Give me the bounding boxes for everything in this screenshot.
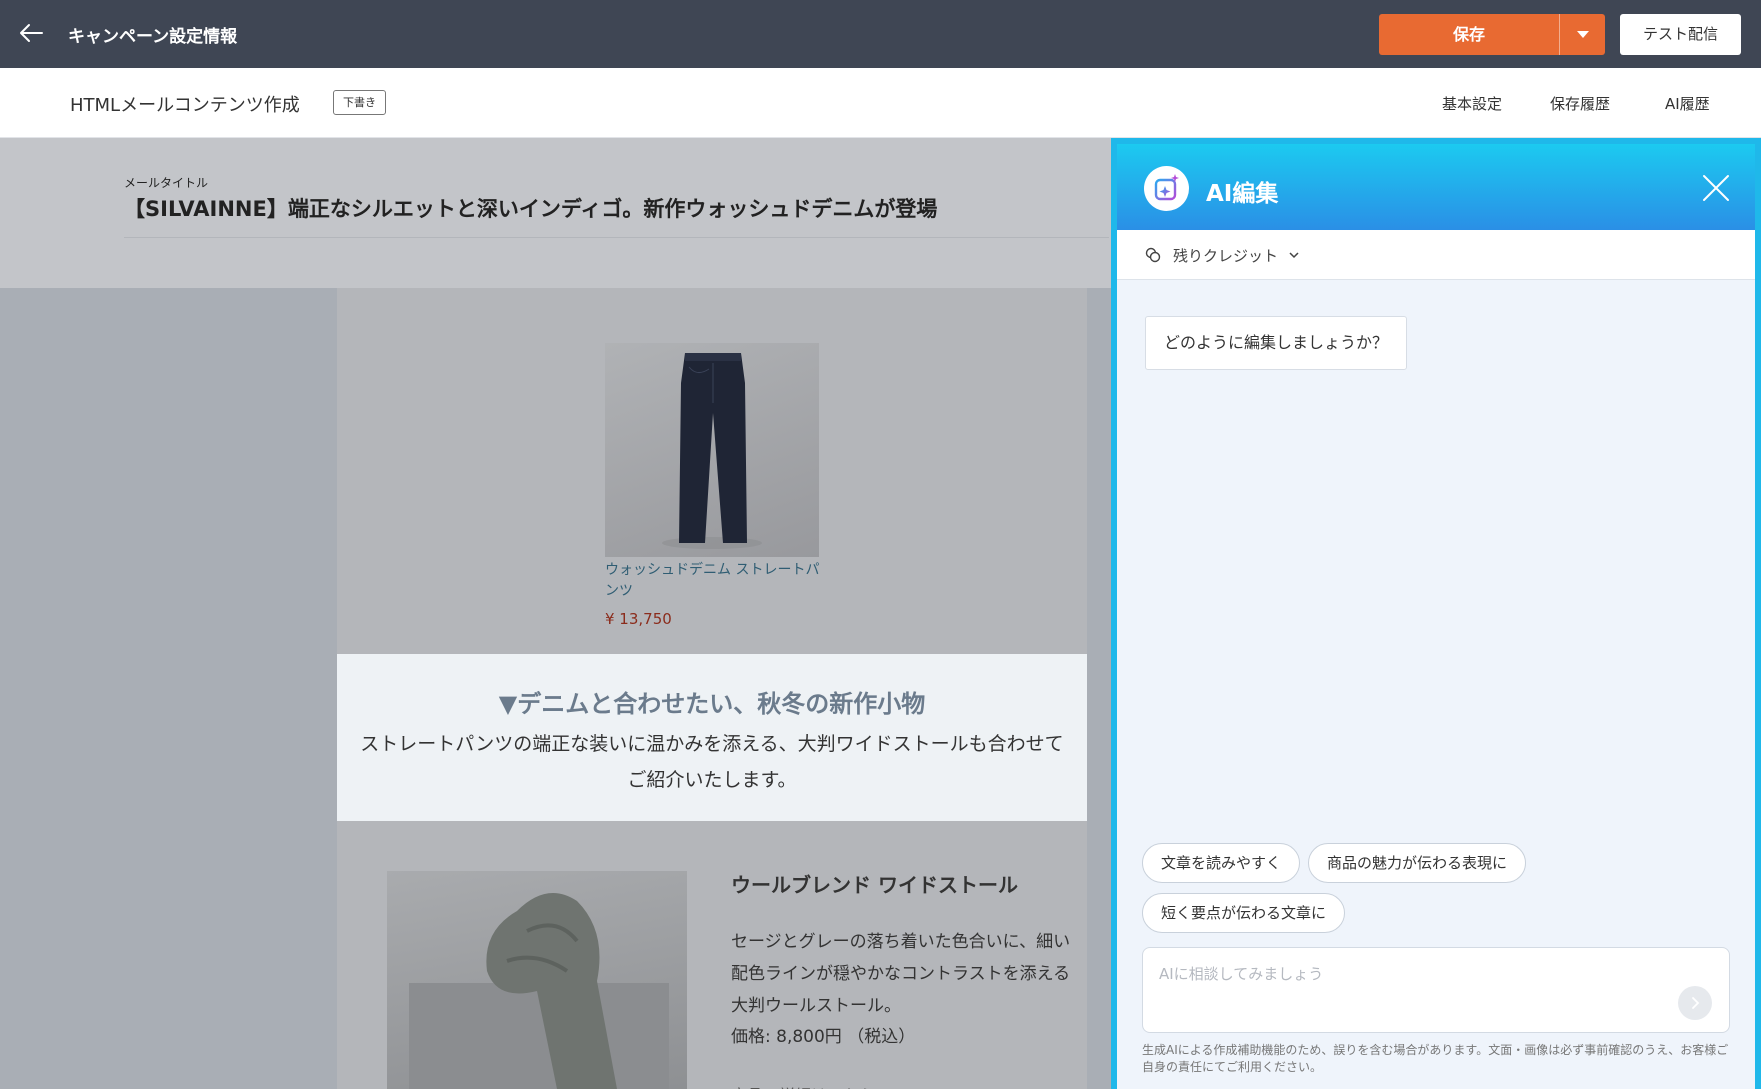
send-button[interactable] xyxy=(1678,986,1712,1020)
page-title: キャンペーン設定情報 xyxy=(68,27,238,47)
suggestion-chip-readable[interactable]: 文章を読みやすく xyxy=(1142,843,1301,883)
ai-disclaimer: 生成AIによる作成補助機能のため、誤りを含む場合があります。文面・画像は必ず事前… xyxy=(1142,1043,1729,1074)
ai-prompt-input[interactable] xyxy=(1159,962,1679,986)
sub-header: HTMLメールコンテンツ作成 下書き 基本設定 保存履歴 AI履歴 xyxy=(0,68,1761,138)
credit-bar[interactable]: 残りクレジット xyxy=(1117,230,1755,280)
chevron-right-icon xyxy=(1692,997,1700,1009)
product-price: 価格: 8,800円 （税込） xyxy=(731,1027,916,1047)
save-button[interactable]: 保存 xyxy=(1379,14,1559,55)
jeans-illustration xyxy=(662,353,762,549)
editor-title: HTMLメールコンテンツ作成 xyxy=(70,95,300,116)
top-bar: キャンペーン設定情報 保存 テスト配信 xyxy=(0,0,1761,68)
ai-panel-header: AI編集 xyxy=(1117,144,1755,230)
ai-panel-title: AI編集 xyxy=(1206,181,1279,207)
caret-down-icon xyxy=(1577,31,1589,38)
stole-illustration xyxy=(409,893,669,1089)
ai-message-bubble: どのように編集しましょうか？ xyxy=(1145,316,1408,370)
test-send-button[interactable]: テスト配信 xyxy=(1620,14,1741,55)
product-name-link[interactable]: ウォッシュドデニム ストレートパンツ xyxy=(605,560,825,602)
ai-logo-icon xyxy=(1144,166,1189,211)
chevron-down-icon xyxy=(1289,252,1299,259)
section-text: ストレートパンツの端正な装いに温かみを添える、大判ワイドストールも合わせてご紹介… xyxy=(360,733,1064,791)
section-heading: ▼デニムと合わせたい、秋冬の新作小物 xyxy=(498,690,926,718)
back-arrow-icon[interactable] xyxy=(18,20,44,46)
editor-canvas-margin xyxy=(0,288,337,1089)
save-history-link[interactable]: 保存履歴 xyxy=(1550,93,1610,114)
editor-canvas-margin-right xyxy=(1087,288,1112,1089)
product-price: ¥ 13,750 xyxy=(605,610,672,628)
ai-edit-panel: AI編集 残りクレジット どのように編集しましょうか？ 文章を読みやすく 商品の… xyxy=(1111,138,1761,1089)
product-detail-link[interactable]: 商品の詳細はこちら xyxy=(731,1082,875,1089)
text-section[interactable]: ▼デニムと合わせたい、秋冬の新作小物 ストレートパンツの端正な装いに温かみを添え… xyxy=(337,654,1087,821)
mail-title-field[interactable]: 【SILVAINNE】端正なシルエットと深いインディゴ。新作ウォッシュドデニムが… xyxy=(124,193,1109,238)
mail-title-label: メールタイトル xyxy=(124,176,209,190)
product-image-stole[interactable] xyxy=(387,871,687,1089)
ai-history-link[interactable]: AI履歴 xyxy=(1665,93,1710,114)
basic-settings-link[interactable]: 基本設定 xyxy=(1442,93,1502,114)
product-name: ウールブレンド ワイドストール xyxy=(731,873,1018,897)
ai-prompt-box xyxy=(1142,947,1730,1033)
suggestion-chip-concise[interactable]: 短く要点が伝わる文章に xyxy=(1142,893,1346,933)
save-options-dropdown[interactable] xyxy=(1559,14,1605,55)
close-icon[interactable] xyxy=(1702,174,1730,202)
product-image-denim[interactable] xyxy=(605,343,819,557)
mail-title-area: メールタイトル 【SILVAINNE】端正なシルエットと深いインディゴ。新作ウォ… xyxy=(0,138,1112,288)
product-description: セージとグレーの落ち着いた色合いに、細い配色ラインが穏やかなコントラストを添える… xyxy=(731,932,1071,1016)
remaining-credit-label: 残りクレジット xyxy=(1173,247,1279,265)
status-badge: 下書き xyxy=(333,90,386,115)
coins-icon xyxy=(1145,247,1161,263)
suggestion-chip-appeal[interactable]: 商品の魅力が伝わる表現に xyxy=(1308,843,1527,883)
